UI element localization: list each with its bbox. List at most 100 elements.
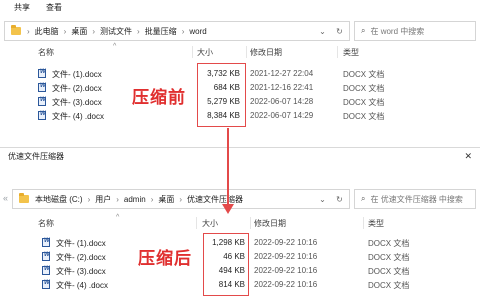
chevron-right-icon: › [92,26,96,36]
column-header-type[interactable]: 类型 [368,218,384,229]
breadcrumb-item[interactable]: word [189,27,206,36]
ribbon-tab-share[interactable]: 共享 [14,2,30,13]
docx-file-icon [38,69,46,78]
file-name: 文件- (3).docx [52,98,102,107]
title-bar: 优速文件压缩器 ✕ [0,148,480,164]
chevron-right-icon: › [63,26,67,36]
arrow-down-icon [222,204,234,214]
breadcrumb-item[interactable]: 测试文件 [100,26,132,37]
address-actions: ⌄ ↻ [314,21,348,41]
column-header-date[interactable]: 修改日期 [250,47,282,58]
chevron-right-icon: › [87,194,91,204]
breadcrumb-item[interactable]: 本地磁盘 (C:) [35,194,83,205]
breadcrumb-item[interactable]: admin [124,195,146,204]
docx-file-icon [38,97,46,106]
column-header-date[interactable]: 修改日期 [254,218,286,229]
file-type: DOCX 文档 [368,267,410,276]
chevron-right-icon: › [179,194,183,204]
search-placeholder: 在 优速文件压缩器 中搜索 [370,194,463,204]
column-header-name[interactable]: 名称 [38,218,54,229]
file-name: 文件- (1).docx [52,70,102,79]
file-type: DOCX 文档 [343,112,385,121]
file-name: 文件- (2).docx [56,253,106,262]
column-divider[interactable] [250,217,251,229]
column-header-row: 名称 ^ 大小 修改日期 类型 [0,214,480,230]
explorer-window-word: 共享 查看 › 此电脑 › 桌面 › 测试文件 › 批量压缩 › word ⌄ … [0,0,480,147]
docx-file-icon [42,280,50,289]
chevron-right-icon: › [181,26,185,36]
file-name: 文件- (1).docx [56,239,106,248]
file-name: 文件- (4) .docx [52,112,105,121]
file-name: 文件- (4) .docx [56,281,109,290]
annotation-before: 压缩前 [132,88,186,107]
file-date: 2021-12-16 22:41 [250,83,314,92]
file-date: 2021-12-27 22:04 [250,69,314,78]
search-icon: ⌕ [361,194,366,203]
column-header-size[interactable]: 大小 [197,47,213,58]
chevron-right-icon: › [27,26,30,36]
search-input[interactable]: ⌕ 在 word 中搜索 [354,21,476,41]
docx-file-icon [42,252,50,261]
breadcrumb-item[interactable]: 用户 [95,194,111,205]
docx-file-icon [42,266,50,275]
breadcrumb-item[interactable]: 桌面 [71,26,87,37]
file-date: 2022-06-07 14:29 [250,111,314,120]
docx-file-icon [42,238,50,247]
address-row: › 此电脑 › 桌面 › 测试文件 › 批量压缩 › word ⌄ ↻ ⌕ 在 … [0,20,480,42]
address-bar[interactable]: › 此电脑 › 桌面 › 测试文件 › 批量压缩 › word [4,21,350,41]
chevron-right-icon: › [137,26,140,36]
refresh-icon[interactable]: ↻ [331,27,348,36]
address-bar[interactable]: 本地磁盘 (C:) › 用户 › admin › 桌面 › 优速文件压缩器 [12,189,350,209]
file-date: 2022-09-22 10:16 [254,238,318,247]
ribbon-tab-view[interactable]: 查看 [46,2,62,13]
file-date: 2022-09-22 10:16 [254,252,318,261]
folder-icon [19,193,29,203]
file-type: DOCX 文档 [368,281,410,290]
file-type: DOCX 文档 [368,253,410,262]
address-row: « 本地磁盘 (C:) › 用户 › admin › 桌面 › 优速文件压缩器 … [0,188,480,210]
column-divider[interactable] [363,217,364,229]
column-header-row: 名称 ^ 大小 修改日期 类型 [0,43,480,59]
file-type: DOCX 文档 [343,84,385,93]
ribbon-tabs: 共享 查看 [0,0,480,14]
refresh-icon[interactable]: ↻ [331,195,348,204]
breadcrumb-item[interactable]: 优速文件压缩器 [187,194,243,205]
search-icon: ⌕ [361,26,366,35]
breadcrumb-item[interactable]: 批量压缩 [145,26,177,37]
column-header-name[interactable]: 名称 [38,47,54,58]
breadcrumb-item[interactable]: 此电脑 [35,26,59,37]
window-title: 优速文件压缩器 [8,151,64,161]
chevron-down-icon[interactable]: ⌄ [314,27,331,36]
column-header-type[interactable]: 类型 [343,47,359,58]
search-input[interactable]: ⌕ 在 优速文件压缩器 中搜索 [354,189,476,209]
file-name: 文件- (3).docx [56,267,106,276]
close-icon[interactable]: ✕ [464,151,472,162]
file-type: DOCX 文档 [343,98,385,107]
file-date: 2022-09-22 10:16 [254,266,318,275]
address-actions: ⌄ ↻ [314,189,348,209]
file-name: 文件- (2).docx [52,84,102,93]
breadcrumb-item[interactable]: 桌面 [158,194,174,205]
folder-icon [11,25,21,35]
sort-up-icon: ^ [116,214,120,221]
column-header-size[interactable]: 大小 [202,218,218,229]
column-divider[interactable] [337,46,338,58]
chevron-down-icon[interactable]: ⌄ [314,195,331,204]
column-divider[interactable] [196,217,197,229]
chevron-right-icon: › [116,194,119,204]
file-date: 2022-09-22 10:16 [254,280,318,289]
docx-file-icon [38,111,46,120]
search-placeholder: 在 word 中搜索 [370,26,425,36]
file-type: DOCX 文档 [343,70,385,79]
annotation-after: 压缩后 [138,249,192,268]
highlight-box-after [203,233,249,296]
arrow-connector-line [227,128,229,208]
file-type: DOCX 文档 [368,239,410,248]
back-arrow-icon[interactable]: « [3,193,8,203]
file-date: 2022-06-07 14:28 [250,97,314,106]
docx-file-icon [38,83,46,92]
sort-up-icon: ^ [113,43,117,50]
column-divider[interactable] [246,46,247,58]
column-divider[interactable] [192,46,193,58]
chevron-right-icon: › [150,194,154,204]
